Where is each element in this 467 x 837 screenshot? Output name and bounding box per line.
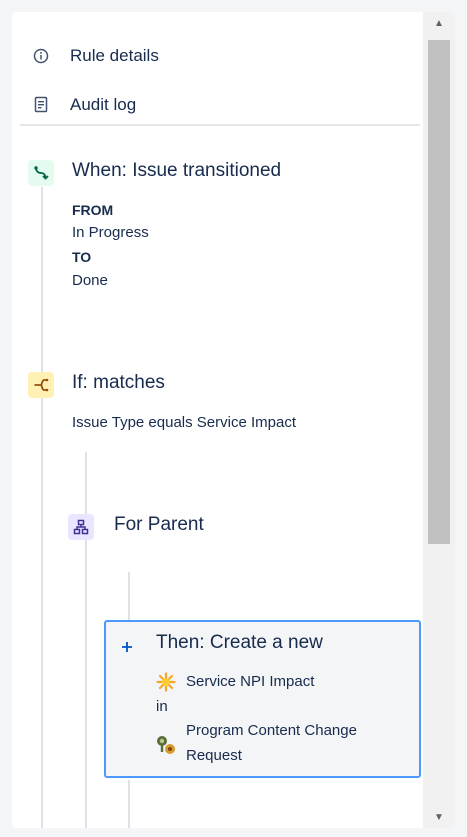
trigger-title: When: Issue transitioned: [72, 160, 282, 181]
from-label: FROM: [72, 202, 114, 218]
scrollbar[interactable]: ▲ ▼: [423, 12, 455, 828]
document-icon: [30, 94, 52, 116]
rule-details-label: Rule details: [70, 46, 159, 65]
issue-type-name: Service NPI Impact: [186, 673, 315, 690]
rule-panel: Rule details Audit log When: Issue trans…: [12, 12, 455, 828]
project-name-line1: Program Content Change: [186, 722, 357, 739]
to-value: Done: [72, 272, 108, 289]
project-avatar-icon: [155, 734, 177, 756]
info-icon: [30, 45, 52, 67]
inner-rail-lower: [128, 780, 130, 828]
project-name-line2: Request: [186, 747, 242, 764]
plus-icon: [118, 638, 136, 656]
rule-details-link[interactable]: Rule details: [30, 42, 159, 70]
scroll-up-icon[interactable]: ▲: [423, 12, 455, 34]
from-value: In Progress: [72, 224, 149, 241]
divider: [20, 124, 420, 126]
inner-rail: [128, 572, 130, 622]
main-rail: [41, 187, 43, 828]
branch-icon: [28, 372, 54, 398]
condition-title: If: matches: [72, 372, 165, 393]
audit-log-label: Audit log: [70, 95, 137, 114]
scroll-thumb[interactable]: [428, 40, 450, 544]
hierarchy-icon: [68, 514, 94, 540]
condition-description: Issue Type equals Service Impact: [72, 414, 297, 431]
audit-log-link[interactable]: Audit log: [30, 91, 136, 119]
to-label: TO: [72, 249, 92, 265]
action-card[interactable]: Then: Create a new Service NPI Impact in: [104, 620, 421, 778]
branch-title: For Parent: [114, 514, 204, 535]
branch-rail: [85, 452, 87, 828]
scroll-down-icon[interactable]: ▼: [423, 806, 455, 828]
sun-icon: [156, 672, 176, 692]
transition-icon: [28, 160, 54, 186]
action-title: Then: Create a new: [156, 632, 323, 653]
in-label: in: [156, 698, 168, 715]
